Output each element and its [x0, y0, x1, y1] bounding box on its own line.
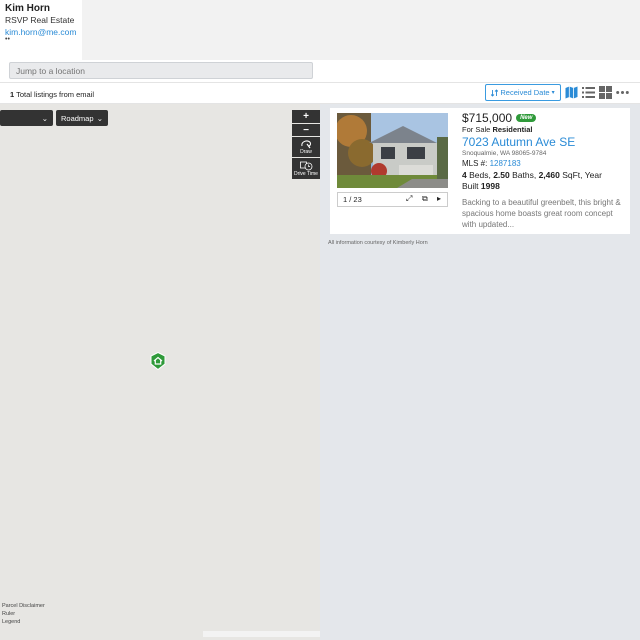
baths-label: Baths,: [509, 170, 539, 180]
beds-label: Beds,: [466, 170, 494, 180]
sort-dropdown-button[interactable]: Received Date ▾: [485, 84, 561, 101]
mls-row: MLS #: 1287183: [462, 159, 521, 168]
listing-count-label: 1 Total listings from email: [10, 90, 94, 99]
drive-time-label: Drive Time: [294, 170, 318, 177]
listing-description: Backing to a beautiful greenbelt, this b…: [462, 198, 621, 229]
chevron-down-icon: ⌄: [96, 113, 103, 123]
listing-facts: 4 Beds, 2.50 Baths, 2,460 SqFt, Year Bui…: [462, 170, 612, 192]
sqft-value: 2,460: [538, 170, 560, 180]
map-scrollbar[interactable]: [203, 631, 320, 637]
baths-value: 2.50: [493, 170, 510, 180]
zoom-out-button[interactable]: −: [292, 124, 320, 136]
parcel-disclaimer-link[interactable]: Parcel Disclaimer: [2, 602, 45, 610]
status-prefix: For Sale: [462, 125, 493, 134]
map-footer-links: Parcel Disclaimer Ruler Legend: [2, 602, 45, 626]
grid-view-icon[interactable]: [599, 86, 612, 99]
map-type-select[interactable]: Roadmap ⌄: [56, 110, 108, 126]
agent-card: Kim Horn RSVP Real Estate kim.horn@me.co…: [0, 0, 82, 60]
sort-label: Received Date: [500, 88, 550, 97]
list-view-icon[interactable]: [582, 86, 595, 99]
property-type: Residential: [492, 125, 533, 134]
sort-icon: [491, 88, 499, 97]
year-built-value: 1998: [480, 181, 500, 191]
listing-city: Snoqualmie, WA 98065-9784: [462, 150, 547, 157]
draw-icon: [300, 140, 311, 148]
photo-counter: 1 / 23: [343, 195, 362, 204]
more-icon[interactable]: [616, 86, 629, 99]
photo-controls: 1 / 23 ⤢ ⧉ ▸: [337, 192, 448, 207]
zoom-in-button[interactable]: +: [292, 110, 320, 123]
mls-label: MLS #:: [462, 159, 490, 168]
map-type-label: Roadmap: [61, 113, 94, 123]
map-view-icon[interactable]: [565, 86, 578, 99]
listing-photo[interactable]: [337, 113, 448, 188]
draw-button[interactable]: Draw: [292, 137, 320, 157]
map-canvas[interactable]: [0, 104, 320, 640]
mls-number-link[interactable]: 1287183: [490, 159, 521, 168]
next-photo-icon[interactable]: ▸: [437, 194, 441, 203]
courtesy-note: All information courtesy of Kimberly Hor…: [328, 240, 428, 246]
home-marker-icon[interactable]: [150, 352, 166, 370]
listing-price: $715,000: [462, 111, 513, 125]
popout-icon[interactable]: ⧉: [422, 194, 428, 204]
new-badge: New: [516, 114, 537, 122]
chevron-down-icon: ▾: [551, 90, 555, 96]
agent-name: Kim Horn: [5, 3, 50, 14]
drive-time-button[interactable]: Drive Time: [292, 158, 320, 179]
price-row: $715,000 New: [462, 111, 537, 125]
ruler-link[interactable]: Ruler: [2, 610, 45, 618]
agent-more-icon[interactable]: ••: [5, 36, 82, 43]
chevron-down-icon: ⌄: [41, 113, 48, 123]
listing-count-suffix: Total listings from email: [14, 90, 95, 99]
drive-time-icon: [299, 161, 312, 170]
listing-address-link[interactable]: 7023 Autumn Ave SE: [462, 135, 575, 149]
listing-status: For Sale Residential: [462, 125, 532, 134]
header-bar: [0, 0, 640, 60]
legend-link[interactable]: Legend: [2, 618, 45, 626]
map-layer-select[interactable]: ⌄: [0, 110, 53, 126]
agent-email-link[interactable]: kim.horn@me.com: [5, 27, 82, 37]
location-search-input[interactable]: [9, 62, 313, 79]
fullscreen-icon[interactable]: ⤢: [406, 194, 412, 204]
agent-company: RSVP Real Estate: [5, 15, 75, 25]
draw-label: Draw: [300, 148, 312, 155]
